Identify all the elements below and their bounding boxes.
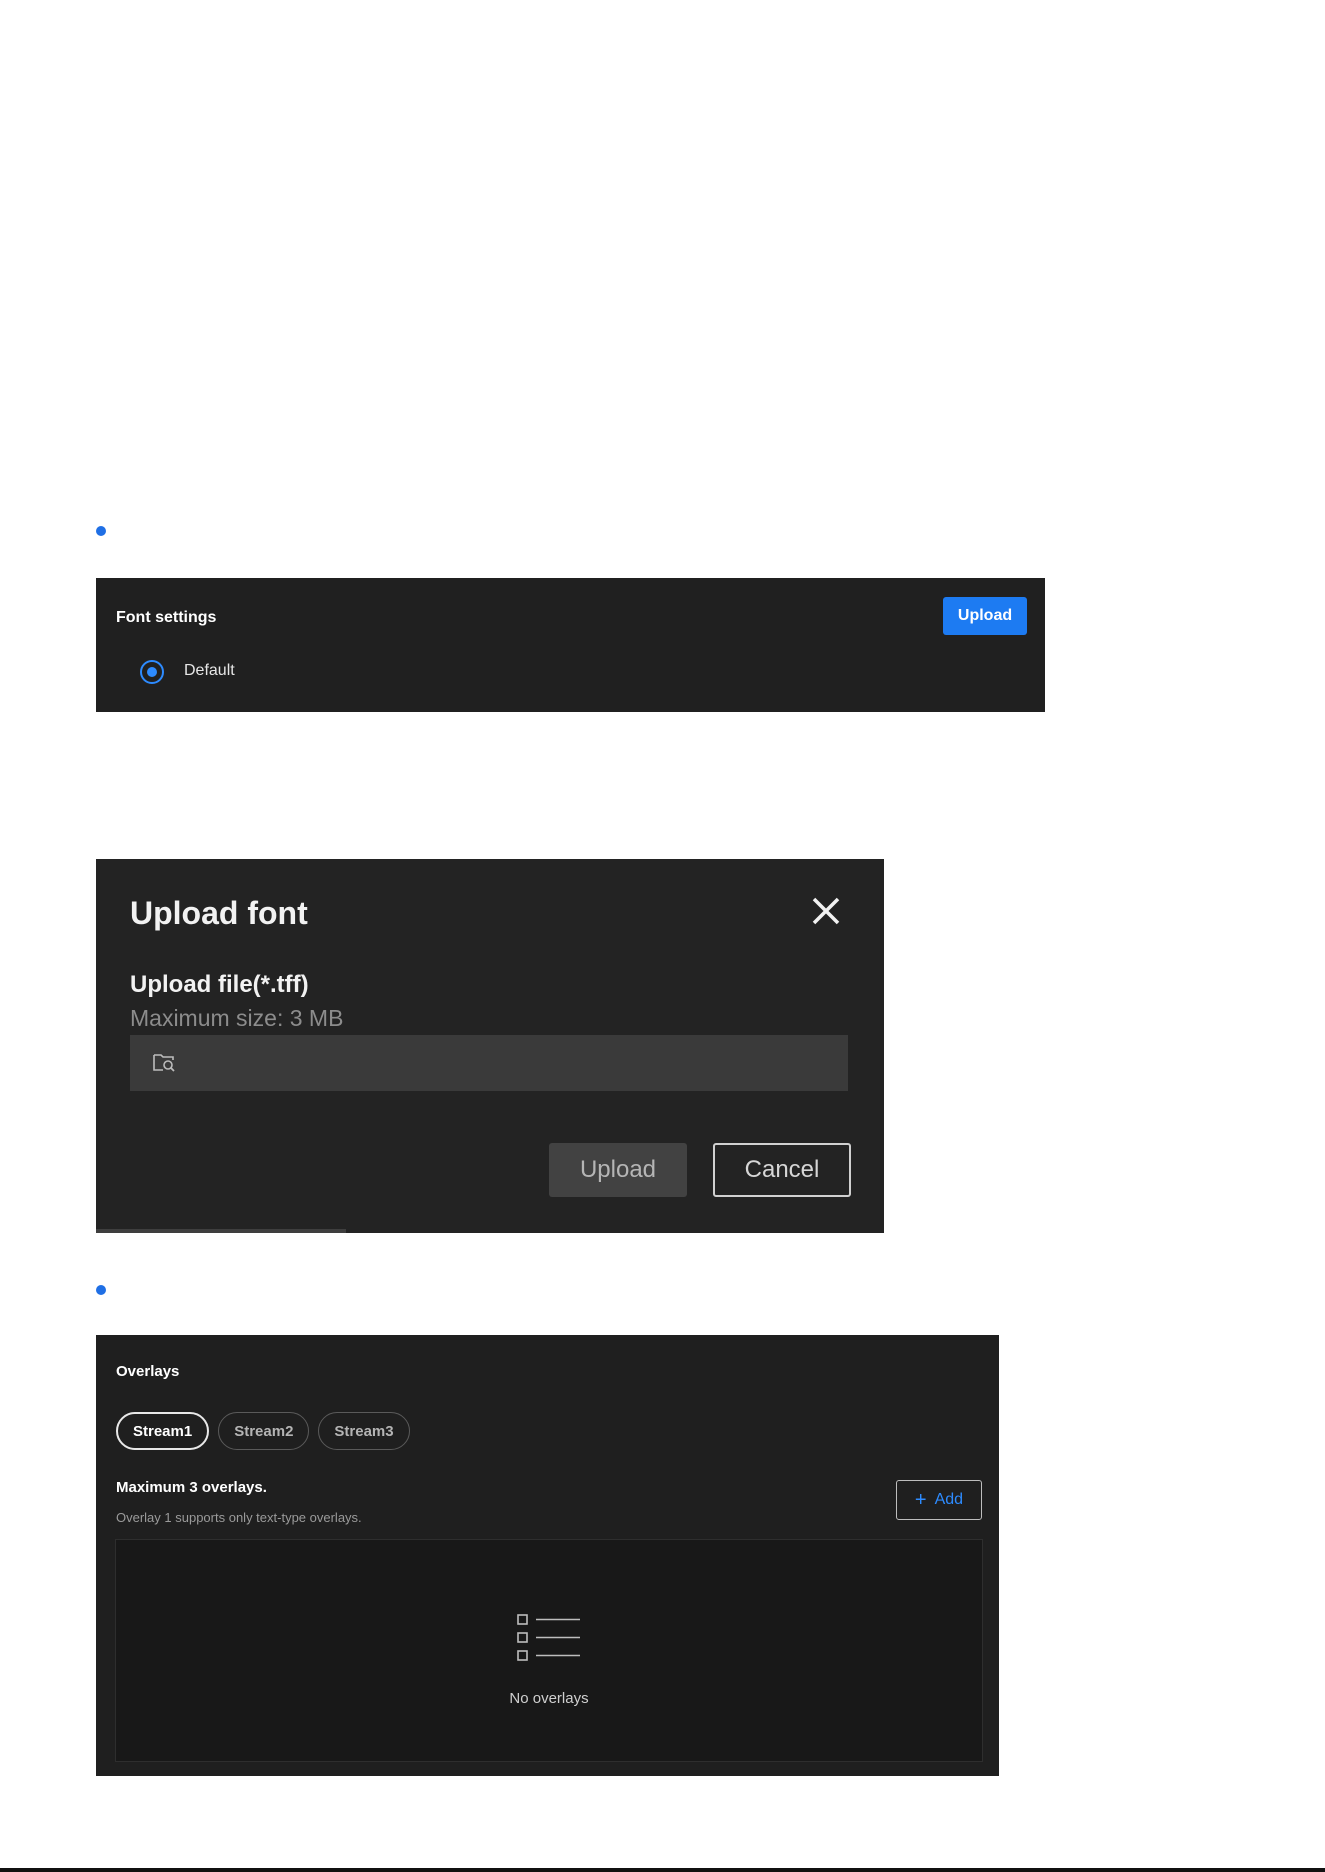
overlays-panel: Overlays Stream1 Stream2 Stream3 Maximum… [96, 1335, 999, 1776]
default-radio-label: Default [184, 662, 235, 679]
tab-stream1[interactable]: Stream1 [116, 1412, 210, 1450]
add-label: Add [934, 1491, 964, 1508]
empty-list-icon [517, 1614, 580, 1661]
bullet-marker [96, 1285, 106, 1295]
stream-tabs: Stream1 Stream2 Stream3 [116, 1412, 410, 1450]
close-icon [812, 897, 840, 925]
overlay-support-note: Overlay 1 supports only text-type overla… [116, 1510, 362, 1525]
dialog-title: Upload font [130, 895, 308, 931]
folder-search-icon [153, 1054, 175, 1072]
tab-stream3[interactable]: Stream3 [318, 1412, 410, 1450]
upload-file-label: Upload file(*.tff) [130, 971, 309, 998]
tab-stream2[interactable]: Stream2 [218, 1412, 310, 1450]
dialog-cancel-button[interactable]: Cancel [713, 1143, 851, 1197]
empty-state-text: No overlays [509, 1690, 589, 1707]
upload-button[interactable]: Upload [943, 597, 1027, 635]
upload-font-dialog: Upload font Upload file(*.tff) Maximum s… [96, 859, 884, 1233]
dialog-bottom-strip [96, 1229, 346, 1233]
footer-strip [0, 1868, 1325, 1872]
max-size-hint: Maximum size: 3 MB [130, 1005, 344, 1031]
max-overlays-label: Maximum 3 overlays. [116, 1479, 267, 1496]
font-settings-title: Font settings [116, 609, 217, 626]
font-settings-panel: Font settings Upload Default [96, 578, 1045, 712]
close-button[interactable] [808, 893, 844, 929]
overlays-title: Overlays [116, 1363, 180, 1380]
overlay-list: No overlays [115, 1539, 983, 1762]
dialog-upload-button[interactable]: Upload [549, 1143, 687, 1197]
radio-dot [147, 667, 157, 677]
add-overlay-button[interactable]: + Add [896, 1480, 982, 1520]
file-picker-input[interactable] [130, 1035, 848, 1091]
default-radio[interactable] [140, 660, 164, 684]
plus-icon: + [914, 1489, 927, 1511]
bullet-marker [96, 526, 106, 536]
